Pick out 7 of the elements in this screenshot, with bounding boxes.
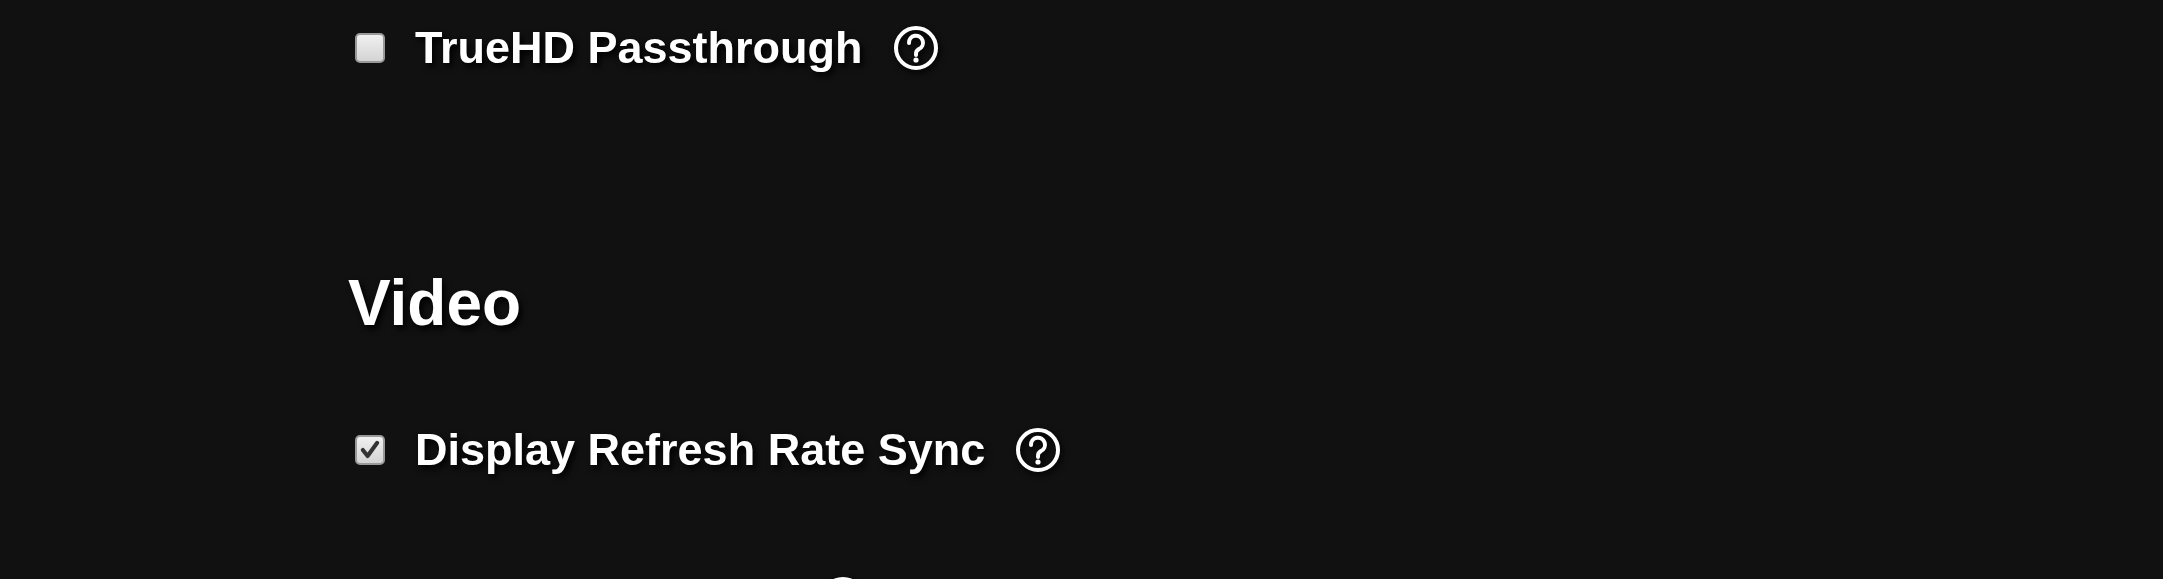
option-label: Display Refresh Rate Sync xyxy=(415,424,986,476)
checkbox[interactable] xyxy=(355,33,385,63)
checkbox[interactable] xyxy=(355,435,385,465)
section-heading: Video xyxy=(348,266,523,340)
help-icon[interactable] xyxy=(1015,427,1062,473)
option-label: TrueHD Passthrough xyxy=(415,22,863,74)
help-icon[interactable] xyxy=(892,25,939,71)
